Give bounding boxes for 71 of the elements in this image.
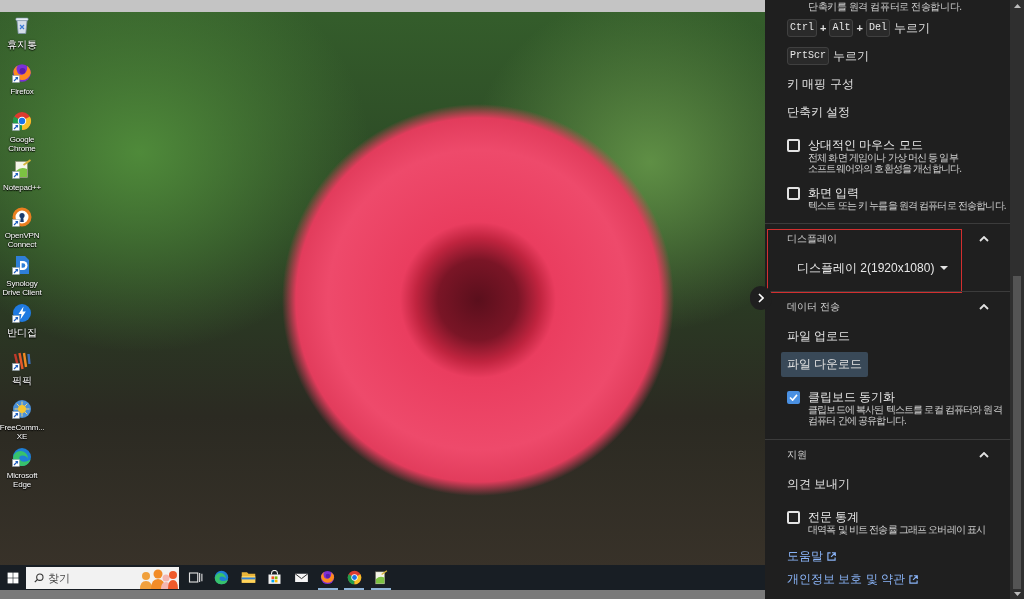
external-link-icon [827,552,836,561]
checkbox-label: 전문 통계 [808,510,861,524]
action-item[interactable]: 단축키 설정 [781,99,857,125]
desktop-icon-label[interactable]: Notepad++ [3,183,41,192]
desktop-icon-label[interactable]: Synology Drive Client [0,279,44,297]
scrollbar[interactable] [1010,0,1024,599]
section-title: 데이터 전송 [787,300,840,314]
globe-icon[interactable] [320,570,336,585]
key-cap: Ctrl [787,19,817,37]
people-icon [138,568,178,589]
task-view-icon[interactable] [187,570,203,585]
lightning-icon[interactable] [12,303,32,323]
section-title: 지원 [787,448,807,462]
checkbox[interactable] [787,390,800,404]
keyhole-icon[interactable] [12,207,32,227]
document-icon[interactable] [12,255,32,275]
external-link-icon [909,575,918,584]
desktop-icon-label[interactable]: 픽픽 [12,375,32,386]
desktop-icon-label[interactable]: Microsoft Edge [0,471,44,489]
swirl-icon[interactable] [12,447,32,467]
globe-icon[interactable] [12,63,32,83]
scroll-down-icon[interactable] [1013,592,1021,596]
shopping-bag-icon[interactable] [267,570,283,585]
checkbox-label: 화면 입력 [808,186,861,200]
text-link[interactable]: 개인정보 보호 및 약관 [787,571,918,588]
send-keys-button[interactable]: Ctrl + Alt + Del 누르기 [787,19,930,37]
desktop-icon-label[interactable]: OpenVPN Connect [0,231,44,249]
desktop-icon-label[interactable]: FreeComm... XE [0,423,45,441]
notepad-icon[interactable] [12,159,32,179]
chevron-up-icon[interactable] [979,236,989,242]
key-cap: Alt [829,19,854,37]
sun-icon[interactable] [12,399,32,419]
start-menu-icon[interactable] [7,571,19,584]
key-cap: Del [865,19,890,37]
panel-toggle-button[interactable] [750,286,772,310]
description-text: 텍스트 또는 키 누름을 원격 컴퓨터로 전송합니다. [808,200,1006,211]
text-link[interactable]: 도움말 [787,548,836,565]
chevron-right-icon [758,293,764,303]
key-cap: PrtScr [787,47,829,65]
action-item[interactable]: 파일 업로드 [781,323,857,349]
description-text: 전체 화면 게임이나 가상 머신 등 일부 소프트웨어와의 호환성을 개선합니다. [808,152,963,174]
desktop-icon-label[interactable]: 반디집 [7,327,37,338]
search-icon [34,572,44,583]
scrollbar-thumb[interactable] [1013,276,1021,589]
envelope-icon[interactable] [293,570,309,585]
swirl-icon[interactable] [214,570,230,585]
description-text: 클립보드에 복사된 텍스트를 로컬 컴퓨터와 원격 컴퓨터 간에 공유합니다. [808,404,1003,426]
action-item[interactable]: 의견 보내기 [781,471,857,497]
segmented-circle-icon[interactable] [346,570,362,585]
action-item[interactable]: 키 매핑 구성 [781,71,860,97]
notepad-icon[interactable] [373,570,389,585]
desktop-icon-label[interactable]: Google Chrome [0,135,44,153]
trash-bin-icon[interactable] [12,15,32,35]
chevron-up-icon[interactable] [979,304,989,310]
desktop-icon-label[interactable]: Firefox [10,87,34,96]
caret-down-icon [940,266,949,270]
folder-icon[interactable] [240,570,256,585]
description-text: 대역폭 및 비트 전송률 그래프 오버레이 표시 [808,524,986,535]
stripes-icon[interactable] [12,351,32,371]
checkbox-label: 상대적인 마우스 모드 [808,138,924,152]
chevron-up-icon[interactable] [979,452,989,458]
section-title: 디스플레이 [787,232,837,246]
description-text: 단축키를 원격 컴퓨터로 전송합니다. [808,0,963,12]
checkbox-label: 클립보드 동기화 [808,390,897,404]
select-dropdown[interactable]: 디스플레이 2(1920x1080) [797,259,949,277]
segmented-circle-icon[interactable] [12,111,32,131]
action-item[interactable]: 파일 다운로드 [781,351,869,377]
desktop-icon-label[interactable]: 휴지통 [7,39,37,50]
checkmark-icon [789,393,798,401]
send-keys-button[interactable]: PrtScr 누르기 [787,47,869,65]
scroll-up-icon[interactable] [1013,4,1021,8]
